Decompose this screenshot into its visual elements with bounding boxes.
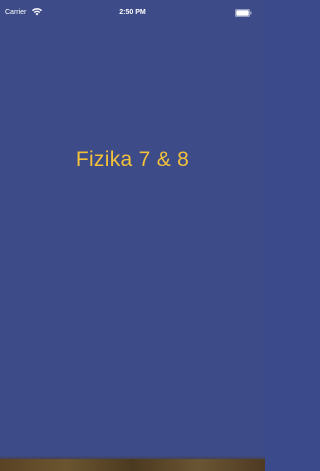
splash-screen: Carrier 2:50 PM Fizika 7 & 8 bbox=[0, 0, 265, 471]
background-strip bbox=[0, 459, 265, 471]
clock-time: 2:50 PM bbox=[119, 9, 146, 16]
status-bar: Carrier 2:50 PM bbox=[0, 0, 265, 20]
app-title: Fizika 7 & 8 bbox=[75, 148, 190, 171]
battery-icon bbox=[235, 9, 252, 17]
